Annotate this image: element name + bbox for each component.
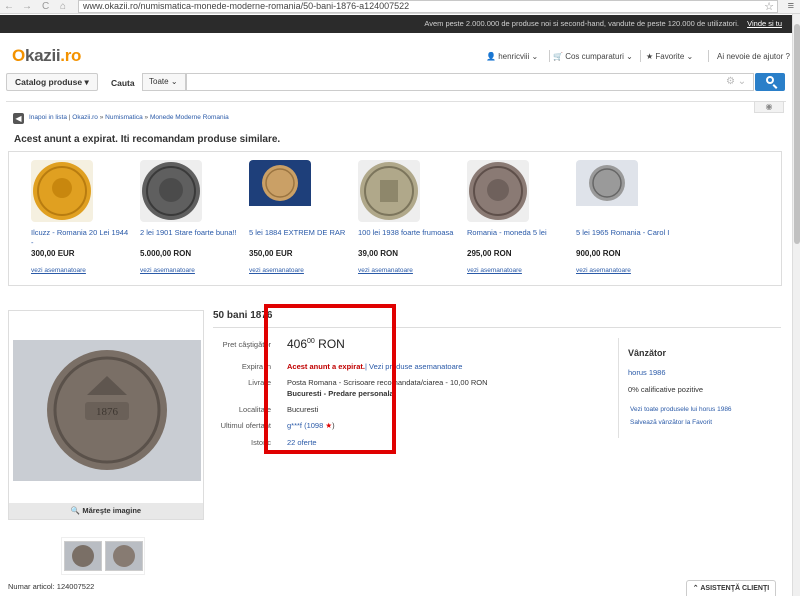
highlight-box: [264, 304, 396, 454]
product-thumbnail[interactable]: [358, 160, 420, 222]
image-thumbnail[interactable]: [64, 541, 102, 571]
page-scrollbar[interactable]: [792, 14, 800, 596]
top-strip-text: Avem peste 2.000.000 de produse noi si s…: [424, 19, 740, 28]
product-thumbnail[interactable]: [576, 160, 638, 222]
gear-icon[interactable]: ⚙ ⌄: [726, 76, 746, 87]
product-title[interactable]: Romania - moneda 5 lei: [467, 228, 567, 248]
seller-rating: 0% calificative pozitive: [628, 385, 704, 394]
browser-menu-icon[interactable]: ≡: [788, 0, 794, 12]
seller-heading: Vânzător: [628, 348, 667, 358]
breadcrumb-item[interactable]: Monede Moderne Romania: [150, 114, 229, 121]
search-icon: [766, 76, 774, 84]
similar-products: Ilcuzz - Romania 20 Lei 1944 - 300,00 EU…: [8, 151, 782, 286]
main-image-box: 1876 🔍 Măreşte imagine: [8, 310, 204, 520]
product-price: 900,00 RON: [576, 249, 621, 258]
product-title[interactable]: 5 lei 1884 EXTREM DE RAR: [249, 228, 349, 248]
cart-icon: 🛒: [553, 52, 563, 61]
price-label: Pret câştigător: [222, 340, 271, 349]
forward-icon[interactable]: →: [22, 1, 32, 12]
back-icon[interactable]: ←: [4, 1, 14, 12]
product-thumbnail[interactable]: [31, 160, 93, 222]
chevron-down-icon: ▾: [84, 77, 89, 87]
product-price: 39,00 RON: [358, 249, 399, 258]
scrollbar-thumb[interactable]: [794, 24, 800, 244]
search-icon: 🔍: [70, 506, 81, 515]
cart-menu[interactable]: 🛒 Cos cumparaturi ⌄: [553, 52, 633, 61]
breadcrumb-item[interactable]: Okazii.ro: [72, 114, 98, 121]
chevron-up-icon: ⌃: [692, 585, 699, 592]
reload-icon[interactable]: C: [42, 1, 49, 12]
view-similar-link[interactable]: vezi asemanatoare: [140, 267, 240, 274]
expired-heading: Acest anunt a expirat. Iti recomandam pr…: [14, 134, 281, 145]
similar-product[interactable]: 100 lei 1938 foarte frumoasa 39,00 RON v…: [358, 160, 458, 274]
view-similar-link[interactable]: vezi asemanatoare: [576, 267, 676, 274]
product-price: 300,00 EUR: [31, 249, 75, 258]
product-title[interactable]: 100 lei 1938 foarte frumoasa: [358, 228, 458, 248]
bookmark-star-icon[interactable]: ☆: [764, 0, 774, 13]
zoom-image-button[interactable]: 🔍 Măreşte imagine: [9, 503, 203, 519]
product-thumbnail[interactable]: [249, 160, 311, 222]
browser-toolbar: ← → C ⌂ www.okazii.ro/numismatica-monede…: [0, 0, 800, 14]
product-price: 350,00 EUR: [249, 249, 293, 258]
product-price: 5.000,00 RON: [140, 249, 192, 258]
breadcrumb-item[interactable]: Numismatica: [105, 114, 143, 121]
product-price: 295,00 RON: [467, 249, 512, 258]
similar-product[interactable]: Romania - moneda 5 lei 295,00 RON vezi a…: [467, 160, 567, 274]
eye-icon[interactable]: ◉: [754, 101, 784, 113]
breadcrumb: Inapoi in lista | Okazii.ro » Numismatic…: [29, 114, 229, 121]
product-title[interactable]: Ilcuzz - Romania 20 Lei 1944 -: [31, 228, 131, 248]
address-bar[interactable]: www.okazii.ro/numismatica-monede-moderne…: [78, 0, 778, 13]
search-category-select[interactable]: Toate ⌄: [142, 73, 186, 91]
view-similar-link[interactable]: vezi asemanatoare: [358, 267, 458, 274]
seller-products-link[interactable]: Vezi toate produsele lui horus 1986: [630, 406, 732, 413]
similar-product[interactable]: Ilcuzz - Romania 20 Lei 1944 - 300,00 EU…: [31, 160, 131, 274]
back-arrow-icon[interactable]: ◀: [13, 113, 24, 124]
view-similar-link[interactable]: vezi asemanatoare: [31, 267, 131, 274]
similar-product[interactable]: 5 lei 1965 Romania - Carol I 900,00 RON …: [576, 160, 676, 274]
okazii-logo[interactable]: Okazii.ro: [12, 46, 81, 66]
location-label: Localitate: [238, 405, 271, 414]
product-title[interactable]: 2 lei 1901 Stare foarte buna!!: [140, 228, 240, 248]
back-to-list-link[interactable]: Inapoi in lista: [29, 114, 67, 121]
product-thumbnail[interactable]: [467, 160, 529, 222]
save-seller-link[interactable]: Salvează vânzător la Favorit: [630, 419, 712, 426]
star-icon: ★: [646, 52, 654, 61]
sell-link[interactable]: Vinde si tu: [747, 19, 782, 28]
image-thumbnails: [61, 537, 145, 575]
view-similar-link[interactable]: vezi asemanatoare: [249, 267, 349, 274]
history-label: Istoric: [250, 438, 271, 447]
delivery-label: Livrare: [248, 378, 271, 387]
product-main-image[interactable]: 1876: [13, 340, 201, 481]
user-icon: 👤: [486, 52, 496, 61]
home-icon[interactable]: ⌂: [60, 1, 66, 12]
search-label: Cauta: [111, 78, 135, 88]
product-title[interactable]: 5 lei 1965 Romania - Carol I: [576, 228, 676, 248]
view-similar-link[interactable]: vezi asemanatoare: [467, 267, 567, 274]
help-link[interactable]: Ai nevoie de ajutor ?: [717, 52, 790, 61]
product-thumbnail[interactable]: [140, 160, 202, 222]
seller-name-link[interactable]: horus 1986: [628, 368, 666, 377]
search-input[interactable]: [186, 73, 754, 91]
favorites-menu[interactable]: ★ Favorite ⌄: [646, 52, 693, 61]
similar-product[interactable]: 5 lei 1884 EXTREM DE RAR 350,00 EUR vezi…: [249, 160, 349, 274]
article-number: Numar articol: 124007522: [8, 582, 95, 591]
chevron-down-icon: ⌄: [170, 77, 178, 86]
expires-label: Expira in: [241, 362, 271, 371]
customer-support-button[interactable]: ⌃ ASISTENŢĂ CLIENŢI: [686, 580, 776, 596]
svg-text:1876: 1876: [96, 406, 119, 418]
search-button[interactable]: [755, 73, 785, 91]
similar-product[interactable]: 2 lei 1901 Stare foarte buna!! 5.000,00 …: [140, 160, 240, 274]
image-thumbnail[interactable]: [105, 541, 143, 571]
user-menu[interactable]: 👤 henricviii ⌄: [486, 52, 538, 61]
catalog-dropdown[interactable]: Catalog produse ▾: [6, 73, 98, 91]
last-bidder-label: Ultimul ofertant: [220, 421, 271, 430]
top-info-strip: Avem peste 2.000.000 de produse noi si s…: [0, 15, 792, 33]
